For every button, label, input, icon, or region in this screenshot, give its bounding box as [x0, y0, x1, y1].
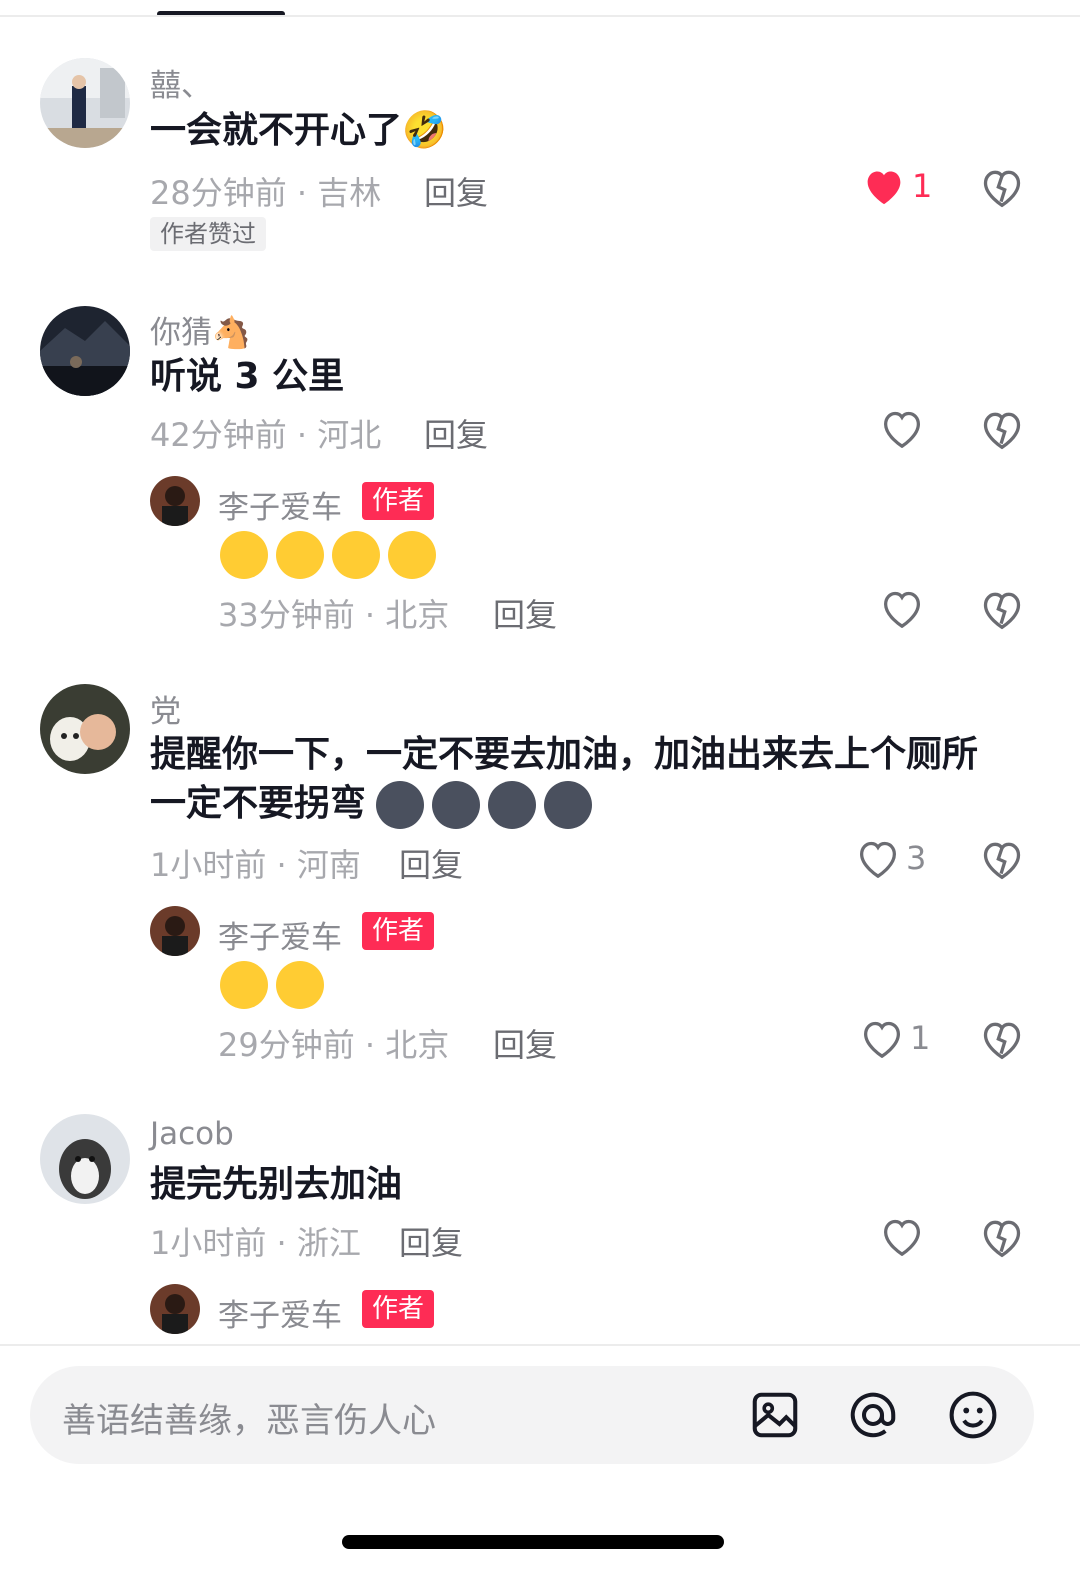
comment-text: 一会就不开心了🤣 [150, 110, 447, 151]
author-liked-badge: 作者赞过 [150, 217, 266, 251]
dislike-icon[interactable] [980, 1216, 1024, 1258]
like-count: 3 [906, 839, 927, 877]
avatar[interactable] [40, 306, 130, 396]
comment-time-location: 1小时前 · 河南 [150, 846, 361, 884]
comment-text: 提完先别去加油 [150, 1164, 403, 1205]
like-button[interactable]: 1 [862, 166, 932, 206]
crying-hands-emoji [332, 531, 380, 579]
heart-outline-icon [863, 1021, 901, 1058]
username[interactable]: Jacob [150, 1116, 234, 1152]
comment-text: 提醒你一下，一定不要去加油，加油出来去上个厕所 [150, 734, 979, 775]
husky-dog-emoji [488, 781, 536, 829]
like-count: 1 [912, 167, 933, 205]
crying-hands-emoji [220, 531, 268, 579]
dislike-icon[interactable] [980, 408, 1024, 450]
comment-text: 一定不要拐弯 [150, 783, 367, 824]
emoji-icon[interactable] [946, 1388, 1000, 1442]
like-button[interactable] [880, 1216, 924, 1256]
username[interactable]: 你猜🐴 [150, 307, 251, 352]
crying-hands-emoji [276, 961, 324, 1009]
emoji-row [220, 531, 436, 579]
divider [0, 15, 1080, 17]
author-badge: 作者 [362, 912, 435, 950]
dislike-icon[interactable] [980, 838, 1024, 880]
avatar[interactable] [40, 58, 130, 148]
dislike-icon[interactable] [980, 588, 1024, 630]
crying-hands-emoji [220, 961, 268, 1009]
avatar[interactable] [150, 906, 200, 956]
heart-outline-icon [883, 411, 921, 448]
heart-filled-icon [867, 171, 901, 205]
comment-time-location: 33分钟前 · 北京 [218, 596, 450, 634]
comment-time-location: 29分钟前 · 北京 [218, 1026, 450, 1064]
emoji-row [220, 961, 324, 1009]
heart-outline-icon [883, 591, 921, 628]
author-badge: 作者 [362, 1290, 435, 1328]
comment-text: 听说 3 公里 [150, 356, 345, 397]
reply-button[interactable]: 回复 [424, 410, 488, 456]
comment-time-location: 1小时前 · 浙江 [150, 1224, 361, 1262]
comment-time-location: 42分钟前 · 河北 [150, 416, 382, 454]
husky-dog-emoji [376, 781, 424, 829]
like-button[interactable]: 1 [860, 1018, 930, 1058]
heart-outline-icon [859, 841, 897, 878]
avatar[interactable] [40, 1114, 130, 1204]
comment-input-bar[interactable]: 善语结善缘，恶言伤人心 [30, 1366, 1034, 1464]
home-indicator[interactable] [342, 1535, 724, 1549]
image-icon[interactable] [748, 1388, 802, 1442]
avatar[interactable] [150, 476, 200, 526]
reply-button[interactable]: 回复 [493, 590, 557, 636]
reply-button[interactable]: 回复 [493, 1020, 557, 1066]
husky-dog-emoji [544, 781, 592, 829]
comment-input-placeholder[interactable]: 善语结善缘，恶言伤人心 [62, 1393, 436, 1442]
reply-button[interactable]: 回复 [424, 168, 488, 214]
crying-hands-emoji [388, 531, 436, 579]
author-badge: 作者 [362, 482, 435, 520]
username[interactable]: 党 [150, 686, 181, 731]
avatar[interactable] [40, 684, 130, 774]
username[interactable]: 李子爱车 [218, 912, 342, 957]
username[interactable]: 李子爱车 [218, 1290, 342, 1335]
comment-time-location: 28分钟前 · 吉林 [150, 174, 382, 212]
like-button[interactable] [880, 408, 924, 448]
like-button[interactable] [880, 588, 924, 628]
husky-dog-emoji [432, 781, 480, 829]
like-count: 1 [910, 1019, 931, 1057]
dislike-icon[interactable] [980, 1018, 1024, 1060]
emoji-row [376, 781, 592, 829]
reply-button[interactable]: 回复 [399, 840, 463, 886]
at-icon[interactable] [846, 1388, 900, 1442]
divider [0, 1344, 1080, 1346]
crying-hands-emoji [276, 531, 324, 579]
like-button[interactable]: 3 [856, 838, 926, 878]
username[interactable]: 李子爱车 [218, 482, 342, 527]
avatar[interactable] [150, 1284, 200, 1334]
heart-outline-icon [883, 1219, 921, 1256]
dislike-icon[interactable] [980, 166, 1024, 208]
username[interactable]: 囍、 [150, 60, 212, 105]
reply-button[interactable]: 回复 [399, 1218, 463, 1264]
